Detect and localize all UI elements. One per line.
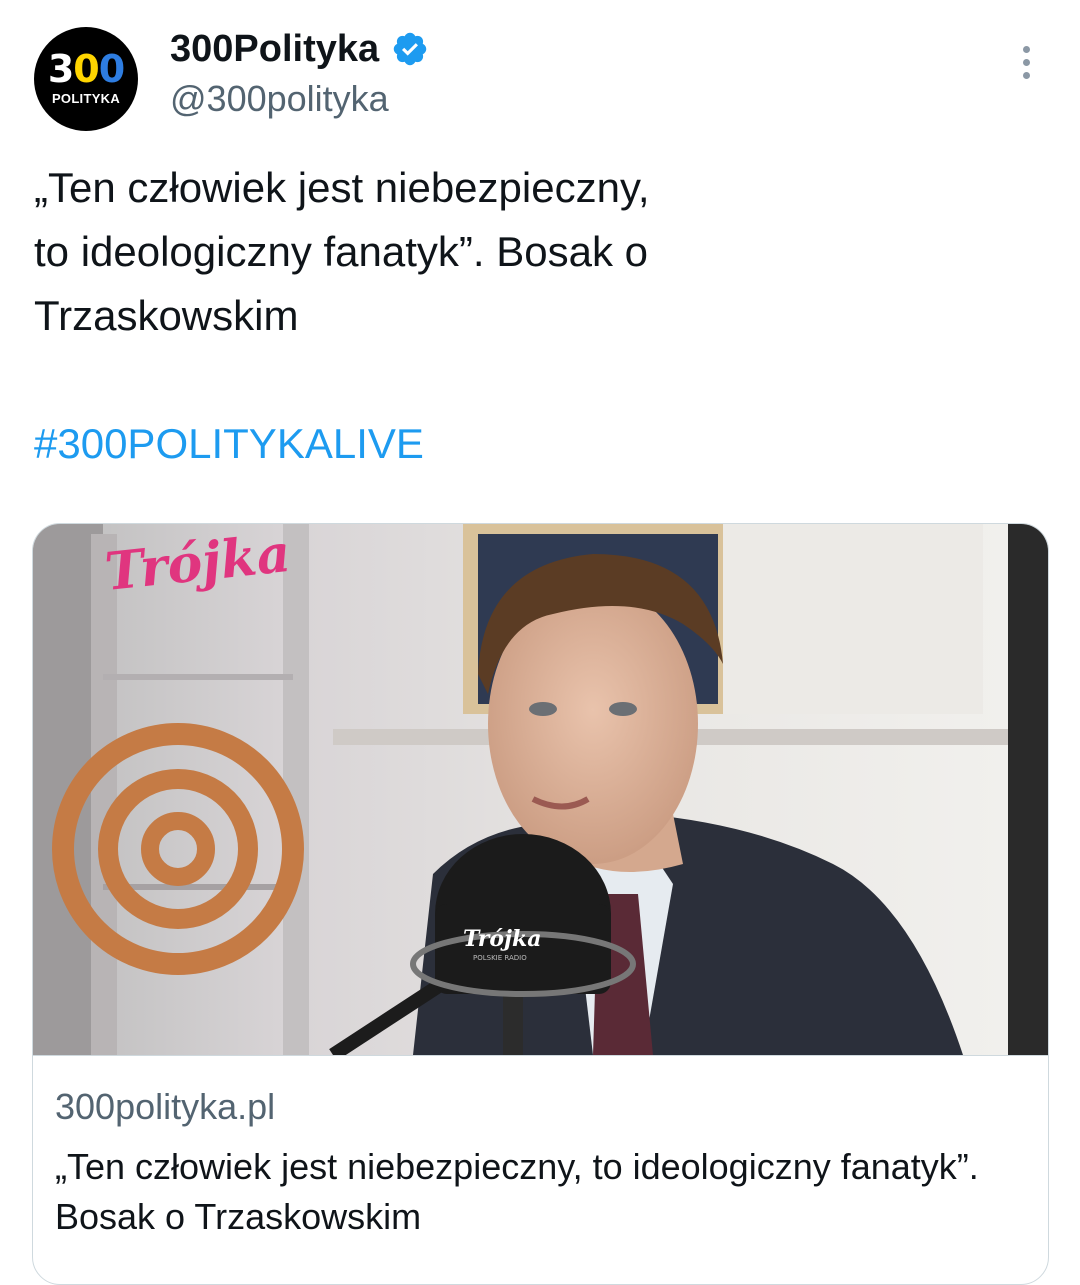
avatar-digit-2: 0 bbox=[73, 47, 99, 91]
more-options-icon[interactable] bbox=[1012, 46, 1040, 86]
tweet-header: 300 POLITYKA 300Polityka @300polityka bbox=[0, 0, 1080, 140]
card-domain: 300polityka.pl bbox=[55, 1086, 276, 1127]
avatar-digit-1: 3 bbox=[47, 47, 74, 91]
tweet-text: „Ten człowiek jest niebezpieczny, to ide… bbox=[34, 156, 1034, 348]
card-image: Trójka Trójka POLSKIE RADIO bbox=[33, 524, 1048, 1056]
tweet-text-line: to ideologiczny fanatyk”. Bosak o bbox=[34, 228, 649, 275]
tweet-text-line: „Ten człowiek jest niebezpieczny, bbox=[34, 164, 650, 211]
name-row: 300Polityka bbox=[170, 24, 429, 74]
avatar[interactable]: 300 POLITYKA bbox=[34, 27, 138, 131]
avatar-digit-3: 0 bbox=[98, 47, 125, 91]
avatar-logo-sub: POLITYKA bbox=[51, 91, 121, 106]
hashtag-link[interactable]: #300POLITYKALIVE bbox=[34, 412, 424, 476]
link-preview-card[interactable]: Trójka Trójka POLSKIE RADIO 300polityka.… bbox=[32, 523, 1049, 1285]
display-name[interactable]: 300Polityka bbox=[170, 28, 379, 71]
verified-badge-icon bbox=[393, 32, 427, 66]
card-title: „Ten człowiek jest niebezpieczny, to ide… bbox=[55, 1146, 979, 1237]
tweet-text-line: Trzaskowskim bbox=[34, 292, 299, 339]
avatar-logo-digits: 300 bbox=[34, 49, 138, 89]
handle[interactable]: @300polityka bbox=[170, 78, 389, 120]
mic-logo-subtext: POLSKIE RADIO bbox=[473, 954, 527, 962]
mic-logo-text: Trójka bbox=[463, 926, 542, 952]
